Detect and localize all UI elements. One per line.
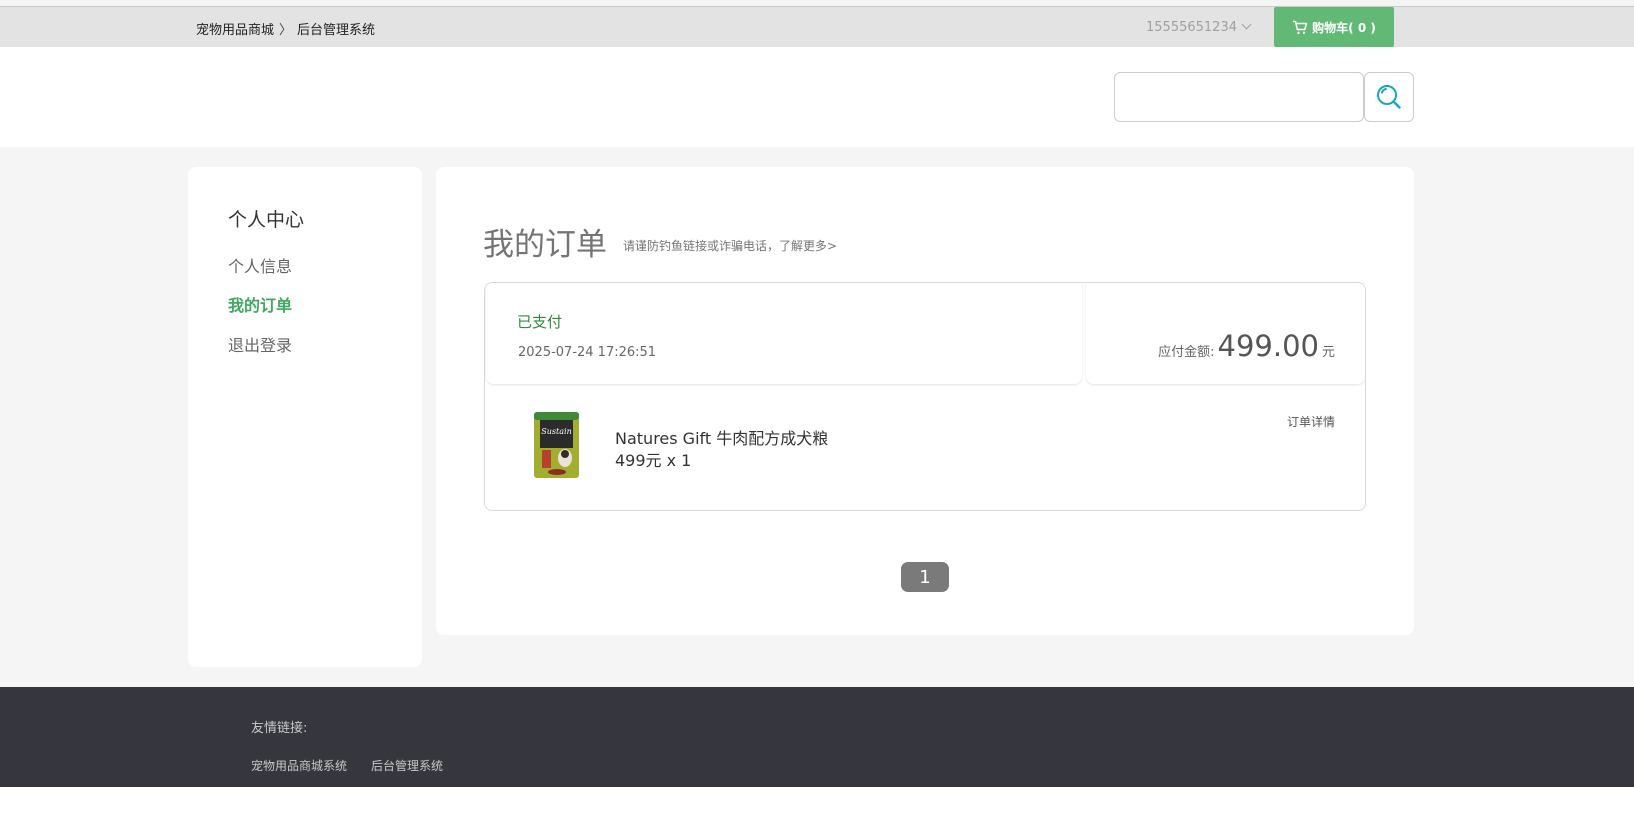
cart-icon (1293, 20, 1308, 34)
order-card: 已支付 2025-07-24 17:26:51 应付金额: 499.00 元 Sus… (484, 282, 1366, 511)
footer-link-shop[interactable]: 宠物用品商城系统 (251, 757, 347, 774)
order-detail-link[interactable]: 订单详情 (1287, 413, 1335, 430)
sidebar: 个人中心 个人信息 我的订单 退出登录 (188, 167, 422, 667)
chevron-down-icon (1241, 19, 1252, 30)
footer-link-admin[interactable]: 后台管理系统 (371, 757, 443, 774)
orders-panel: 我的订单 请谨防钓鱼链接或诈骗电话，了解更多> 已支付 2025-07-24 1… (436, 167, 1414, 635)
footer: 友情链接: 宠物用品商城系统 后台管理系统 (0, 687, 1634, 787)
pagination-page-1[interactable]: 1 (901, 562, 949, 592)
product-name[interactable]: Natures Gift 牛肉配方成犬粮 (615, 425, 828, 449)
admin-link[interactable]: 后台管理系统 (297, 23, 375, 38)
top-bar: 宠物用品商城〉后台管理系统 15555651234 购物车( 0 ) (0, 7, 1634, 47)
shop-link[interactable]: 宠物用品商城 (196, 23, 274, 38)
product-image[interactable]: Sustain (532, 410, 581, 480)
sidebar-item-logout[interactable]: 退出登录 (228, 332, 292, 356)
cart-button[interactable]: 购物车( 0 ) (1274, 7, 1394, 47)
amount-value: 499.00 (1217, 329, 1319, 363)
anti-fraud-tip-link[interactable]: 请谨防钓鱼链接或诈骗电话，了解更多> (623, 237, 837, 254)
breadcrumb: 宠物用品商城〉后台管理系统 (196, 19, 375, 38)
search-input[interactable] (1114, 72, 1364, 122)
sidebar-item-orders[interactable]: 我的订单 (228, 292, 292, 316)
order-amount: 应付金额: 499.00 元 (1158, 329, 1335, 363)
product-price: 499元 x 1 (615, 451, 692, 470)
sidebar-item-profile[interactable]: 个人信息 (228, 253, 292, 277)
amount-label: 应付金额: (1158, 345, 1215, 360)
amount-unit: 元 (1321, 345, 1335, 360)
main-area: 个人中心 个人信息 我的订单 退出登录 我的订单 请谨防钓鱼链接或诈骗电话，了解… (0, 147, 1634, 687)
order-header: 已支付 2025-07-24 17:26:51 应付金额: 499.00 元 (485, 283, 1365, 384)
cart-label: 购物车( 0 ) (1312, 20, 1376, 35)
svg-text:Sustain: Sustain (541, 427, 571, 436)
sidebar-title: 个人中心 (228, 209, 305, 231)
search-button[interactable] (1364, 72, 1414, 122)
top-border (0, 0, 1634, 7)
breadcrumb-separator: 〉 (279, 23, 293, 38)
order-status: 已支付 (517, 313, 563, 331)
user-account-menu[interactable]: 15555651234 (1146, 19, 1252, 35)
order-time: 2025-07-24 17:26:51 (518, 345, 657, 360)
order-info-panel: 已支付 2025-07-24 17:26:51 (486, 283, 1082, 384)
user-phone: 15555651234 (1146, 20, 1237, 35)
footer-links-title: 友情链接: (251, 721, 308, 736)
search-icon (1377, 85, 1401, 109)
page-title: 我的订单 (483, 227, 607, 263)
header (0, 47, 1634, 147)
order-amount-panel: 应付金额: 499.00 元 (1086, 283, 1365, 384)
